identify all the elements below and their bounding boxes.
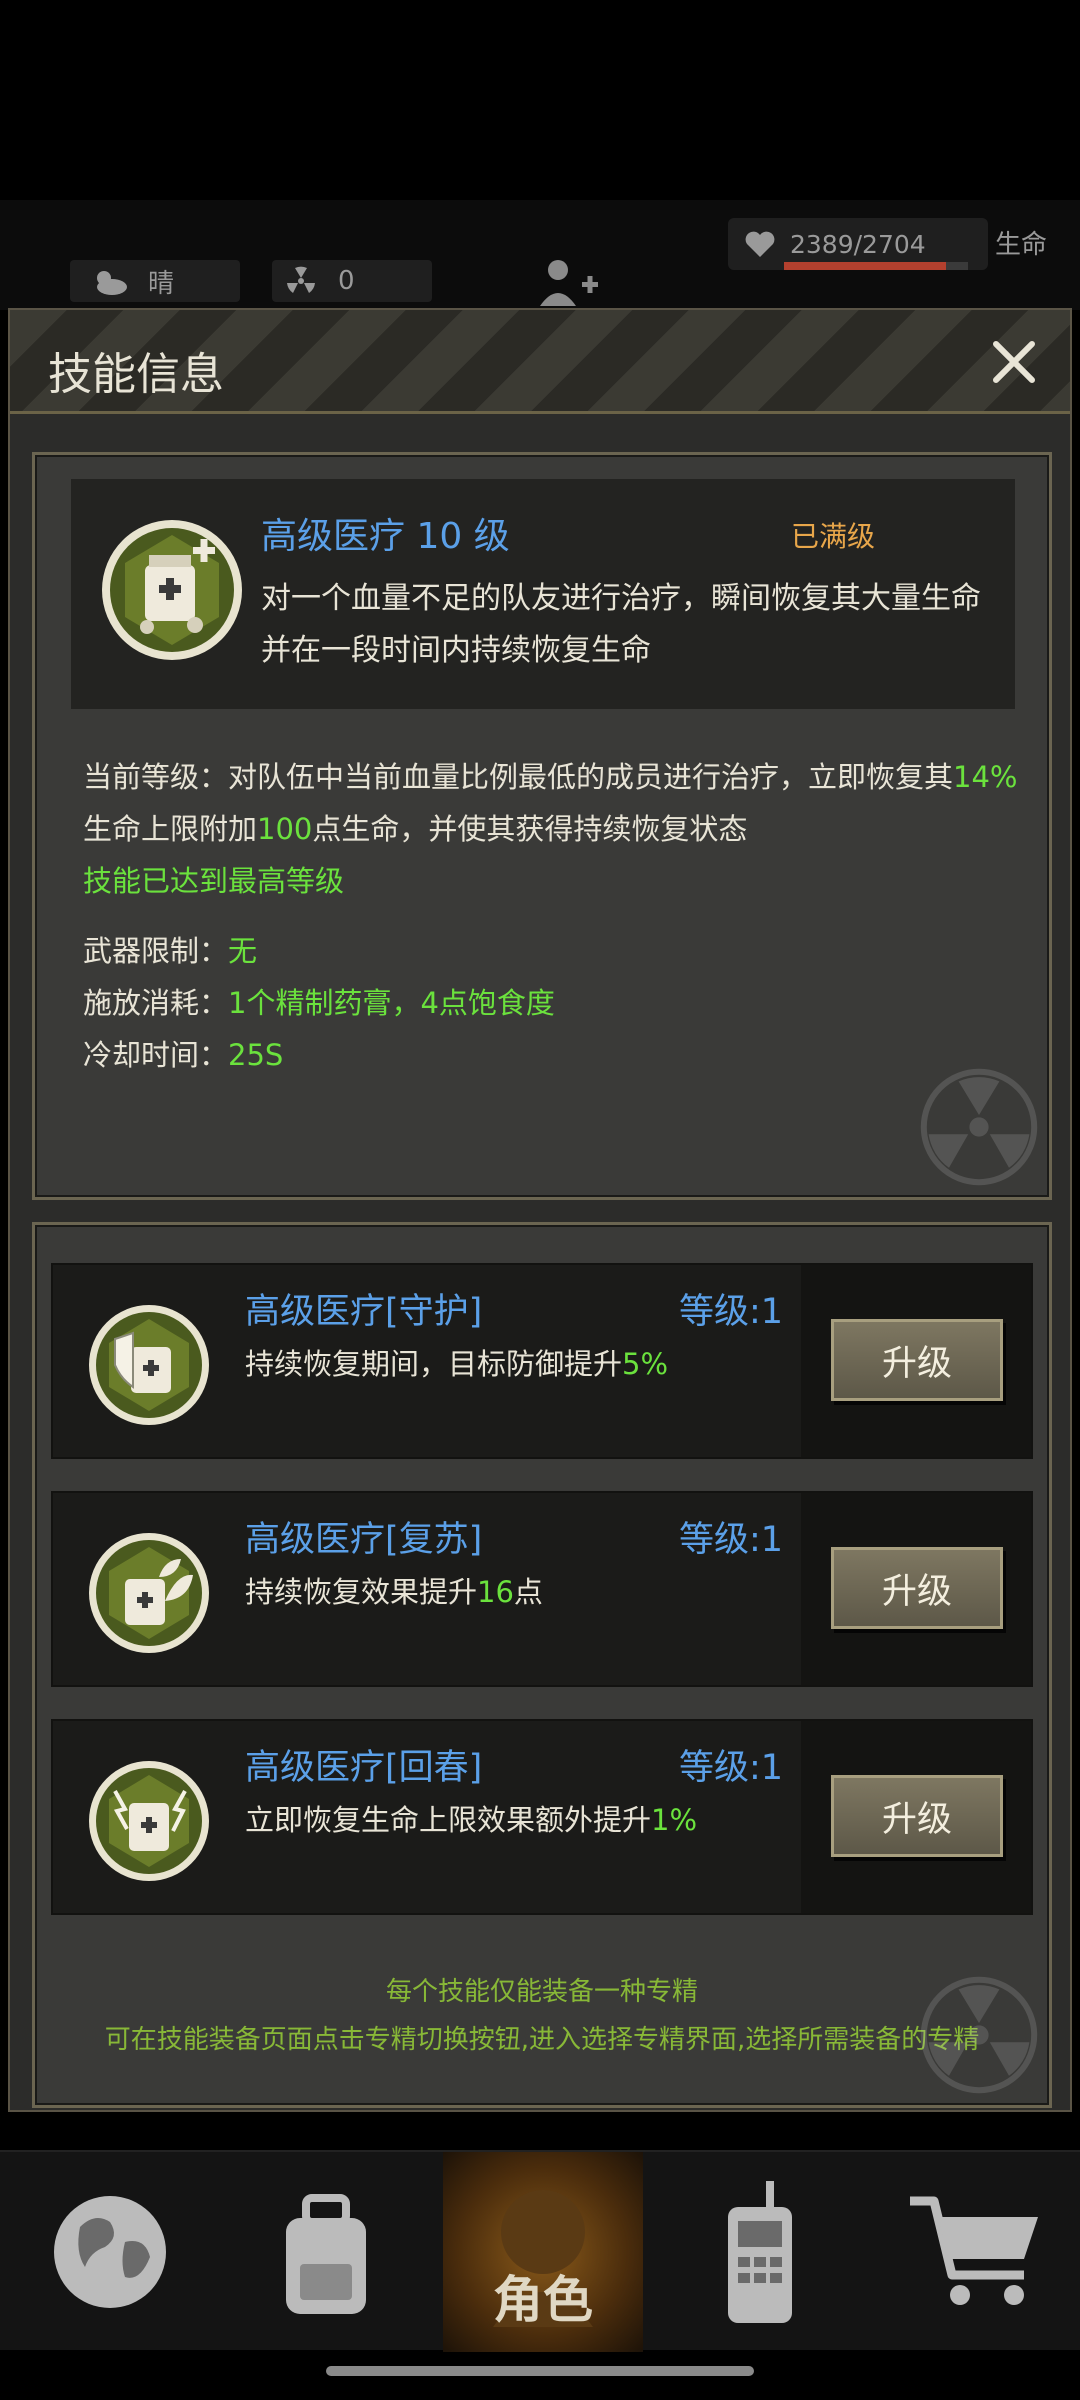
skill-info-dialog: 技能信息 高级医疗 10 级 已满级 对一个血量不足的队友进行治疗，瞬间恢复其大… <box>8 308 1072 2112</box>
hp-bar <box>784 262 968 270</box>
radiation-indicator: 0 <box>272 260 432 302</box>
radiation-watermark-icon <box>920 1976 1038 2094</box>
cart-icon <box>910 2196 1038 2305</box>
radiation-watermark-icon <box>920 1068 1038 1186</box>
nav-character[interactable]: 角色 <box>443 2152 643 2352</box>
skill-effects: 当前等级：对队伍中当前血量比例最低的成员进行治疗，立即恢复其14% 生命上限附加… <box>83 751 1023 1081</box>
dialog-title: 技能信息 <box>48 349 224 400</box>
nav-radio[interactable] <box>660 2152 860 2352</box>
home-indicator[interactable] <box>326 2366 754 2376</box>
dialog-header: 技能信息 <box>10 310 1070 414</box>
spec-level: 等级:1 <box>679 1292 784 1332</box>
close-button[interactable] <box>984 332 1044 392</box>
spec-name: 高级医疗[守护] <box>245 1292 483 1332</box>
radiation-value: 0 <box>338 266 355 296</box>
close-icon <box>993 341 1035 383</box>
nav-world[interactable] <box>10 2152 210 2352</box>
nav-character-label: 角色 <box>493 2271 593 2329</box>
specialization-note: 每个技能仅能装备一种专精 <box>385 1977 698 2007</box>
spec-name: 高级医疗[回春] <box>245 1748 483 1788</box>
specialization-hint: 可在技能装备页面点击专精切换按钮,进入选择专精界面,选择所需装备的专精 <box>104 2025 980 2055</box>
specialization-item: 高级医疗[守护] 等级:1 持续恢复期间，目标防御提升5% 升级 <box>51 1263 1033 1459</box>
cloud-sun-icon <box>97 271 127 295</box>
effect-line-2: 生命上限附加100点生命，并使其获得持续恢复状态 <box>83 812 748 846</box>
radiation-icon <box>287 266 315 293</box>
max-level-note: 技能已达到最高等级 <box>83 864 345 898</box>
hp-bar-fill <box>784 262 947 270</box>
nav-backpack[interactable] <box>226 2152 426 2352</box>
spec-description: 立即恢复生命上限效果额外提升1% <box>245 1803 698 1837</box>
nav-shop[interactable] <box>876 2152 1076 2352</box>
max-level-badge: 已满级 <box>791 520 876 553</box>
heart-pulse-icon <box>745 231 775 257</box>
weapon-restriction: 武器限制：无 <box>83 934 258 968</box>
skill-summary: 高级医疗 10 级 已满级 对一个血量不足的队友进行治疗，瞬间恢复其大量生命并在… <box>71 479 1015 709</box>
spec-description: 持续恢复期间，目标防御提升5% <box>245 1347 669 1381</box>
spec-level: 等级:1 <box>679 1748 784 1788</box>
specialization-panel: 高级医疗[守护] 等级:1 持续恢复期间，目标防御提升5% 升级 高级医疗[复苏… <box>32 1222 1052 2108</box>
bottom-nav: 角色 <box>0 2150 1080 2352</box>
cooldown: 冷却时间：25S <box>83 1038 284 1072</box>
spec-level: 等级:1 <box>679 1520 784 1560</box>
skill-name: 高级医疗 10 级 <box>261 516 510 557</box>
skill-description: 对一个血量不足的队友进行治疗，瞬间恢复其大量生命并在一段时间内持续恢复生命 <box>261 581 981 668</box>
spec-description: 持续恢复效果提升16点 <box>245 1575 543 1609</box>
radio-icon <box>728 2181 792 2323</box>
medkit-leaf-icon <box>89 1533 209 1653</box>
effect-line-1: 当前等级：对队伍中当前血量比例最低的成员进行治疗，立即恢复其14% <box>83 760 1018 794</box>
globe-icon <box>54 2196 166 2308</box>
status-bar: 晴 0 2389/2704 生命 <box>0 200 1080 310</box>
weather-indicator: 晴 <box>70 260 240 302</box>
backpack-icon <box>286 2194 366 2314</box>
medkit-shield-icon <box>89 1305 209 1425</box>
upgrade-button[interactable]: 升级 <box>831 1775 1003 1857</box>
upgrade-button[interactable]: 升级 <box>831 1547 1003 1629</box>
upgrade-button[interactable]: 升级 <box>831 1319 1003 1401</box>
hp-label: 生命 <box>995 230 1048 260</box>
skill-detail-panel: 高级医疗 10 级 已满级 对一个血量不足的队友进行治疗，瞬间恢复其大量生命并在… <box>32 452 1052 1200</box>
hp-value: 2389/2704 <box>790 229 926 259</box>
medkit-icon <box>102 520 242 660</box>
specialization-item: 高级医疗[复苏] 等级:1 持续恢复效果提升16点 升级 <box>51 1491 1033 1687</box>
add-party-member-icon[interactable] <box>538 258 602 308</box>
weather-label: 晴 <box>148 268 175 299</box>
cast-cost: 施放消耗：1个精制药膏，4点饱食度 <box>83 986 555 1020</box>
specialization-item: 高级医疗[回春] 等级:1 立即恢复生命上限效果额外提升1% 升级 <box>51 1719 1033 1915</box>
spec-name: 高级医疗[复苏] <box>245 1520 483 1560</box>
bonus-hp: 100 <box>257 812 313 846</box>
medkit-lightning-icon <box>89 1761 209 1881</box>
heal-percent: 14% <box>953 760 1018 794</box>
